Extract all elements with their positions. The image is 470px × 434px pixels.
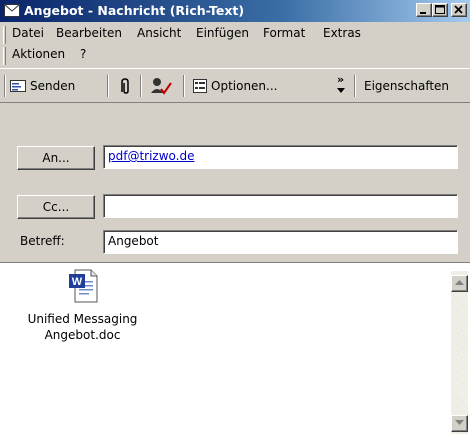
- message-body[interactable]: W Unified Messaging Angebot.doc: [0, 262, 470, 434]
- menu-grip[interactable]: [3, 26, 6, 44]
- toolbar-overflow-button[interactable]: »: [337, 73, 344, 86]
- window-title: Angebot - Nachricht (Rich-Text): [24, 3, 245, 18]
- scroll-up-button[interactable]: [451, 275, 468, 292]
- chevron-down-icon: [337, 88, 345, 93]
- toolbar-separator-1: [107, 75, 109, 97]
- cc-button[interactable]: Cc...: [17, 195, 95, 219]
- attachment-name-line1: Unified Messaging: [27, 312, 138, 326]
- toolbar-separator-2: [140, 75, 142, 97]
- maximize-button[interactable]: [432, 3, 448, 17]
- cc-field[interactable]: [103, 194, 458, 218]
- paperclip-icon: [121, 78, 129, 94]
- arrow-up-icon: [455, 280, 464, 285]
- menu-format[interactable]: Format: [263, 26, 305, 40]
- arrow-down-icon: [455, 420, 464, 425]
- title-bar[interactable]: Angebot - Nachricht (Rich-Text): [0, 0, 470, 22]
- scroll-down-button[interactable]: [451, 415, 468, 432]
- options-icon: [193, 79, 207, 93]
- close-button[interactable]: [451, 3, 467, 17]
- menu-grip-2[interactable]: [3, 47, 6, 65]
- attachment-item[interactable]: W Unified Messaging Angebot.doc: [10, 269, 155, 343]
- word-document-icon: W: [68, 269, 97, 303]
- subject-label: Betreff:: [20, 234, 65, 248]
- svg-text:W: W: [71, 276, 82, 288]
- send-label: Senden: [30, 79, 76, 93]
- maximize-icon: [435, 5, 445, 14]
- menu-ansicht[interactable]: Ansicht: [137, 26, 181, 40]
- send-icon: [10, 80, 26, 92]
- check-names-icon: [151, 78, 172, 95]
- menu-bearbeiten[interactable]: Bearbeiten: [56, 26, 122, 40]
- menu-extras[interactable]: Extras: [323, 26, 361, 40]
- to-recipient[interactable]: pdf@trizwo.de: [108, 149, 195, 163]
- attachment-name-line2: Angebot.doc: [44, 328, 121, 342]
- minimize-button[interactable]: [416, 3, 432, 17]
- toolbar-separator-3: [183, 75, 185, 97]
- options-button[interactable]: Optionen...: [193, 79, 277, 93]
- to-field[interactable]: pdf@trizwo.de: [103, 145, 458, 169]
- header-fields: An... pdf@trizwo.de Cc... Betreff: Angeb…: [0, 102, 470, 262]
- attach-button[interactable]: [118, 77, 132, 95]
- vertical-scrollbar[interactable]: [451, 271, 468, 434]
- to-button[interactable]: An...: [17, 146, 95, 170]
- menu-aktionen[interactable]: Aktionen: [12, 47, 65, 61]
- minimize-icon: [420, 12, 426, 14]
- check-names-button[interactable]: [150, 77, 172, 95]
- envelope-icon: [4, 4, 20, 17]
- menu-datei[interactable]: Datei: [12, 26, 44, 40]
- toolbar-grip-2[interactable]: [354, 75, 356, 97]
- options-label: Optionen...: [211, 79, 278, 93]
- menu-help[interactable]: ?: [80, 47, 86, 61]
- close-icon: [454, 5, 463, 14]
- toolbar: Senden Optionen... » Eigenschaften: [0, 68, 470, 102]
- message-window: Angebot - Nachricht (Rich-Text) Datei Be…: [0, 0, 470, 434]
- properties-button[interactable]: Eigenschaften: [364, 79, 449, 93]
- subject-field[interactable]: Angebot: [103, 230, 458, 254]
- toolbar-grip[interactable]: [4, 75, 6, 97]
- menu-bar: Datei Bearbeiten Ansicht Einfügen Format…: [0, 22, 470, 68]
- menu-einfuegen[interactable]: Einfügen: [196, 26, 249, 40]
- send-button[interactable]: Senden: [10, 79, 75, 93]
